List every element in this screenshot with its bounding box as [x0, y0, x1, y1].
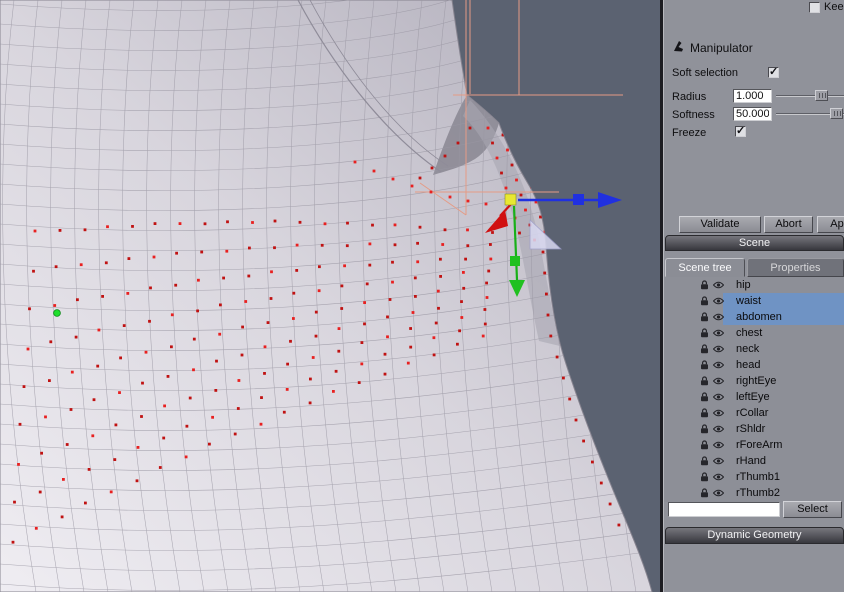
keep-checkbox[interactable] [809, 1, 820, 13]
eye-icon[interactable] [712, 425, 724, 433]
scene-tree-item[interactable]: head [664, 357, 844, 373]
scene-tree-item-label: waist [736, 295, 762, 307]
apply-button[interactable]: Ap [817, 216, 844, 233]
radius-slider[interactable] [776, 90, 844, 102]
lock-icon[interactable] [698, 296, 710, 306]
lock-icon[interactable] [698, 456, 710, 466]
eye-icon[interactable] [712, 473, 724, 481]
scene-tree-item-label: rightEye [736, 375, 777, 387]
scene-tree-item[interactable]: rightEye [664, 373, 844, 389]
softness-slider[interactable] [776, 108, 844, 120]
soft-selection-checkbox[interactable] [768, 65, 779, 78]
eye-icon[interactable] [712, 393, 724, 401]
scene-tree-item[interactable]: rThumb2 [664, 485, 844, 501]
gizmo-y-handle[interactable] [510, 256, 520, 266]
eye-icon[interactable] [712, 409, 724, 417]
lock-icon[interactable] [698, 392, 710, 402]
tab-scene-tree[interactable]: Scene tree [665, 258, 745, 277]
scene-tree-item-label: abdomen [736, 311, 782, 323]
scene-filter-input[interactable] [668, 502, 780, 517]
eye-icon[interactable] [712, 329, 724, 337]
scene-tree-item[interactable]: waist [664, 293, 844, 309]
scene-tree-item-label: rShldr [736, 423, 766, 435]
scene-tree-item[interactable]: rCollar [664, 405, 844, 421]
manipulator-icon [672, 39, 685, 56]
select-button[interactable]: Select [783, 501, 842, 518]
viewport-3d[interactable] [0, 0, 660, 592]
viewport-canvas[interactable] [0, 0, 660, 592]
scene-tree-item-label: rThumb1 [736, 471, 781, 483]
radius-slider-track[interactable] [776, 95, 844, 97]
radius-input[interactable] [733, 89, 772, 103]
scene-tree-item-label: hip [736, 279, 751, 291]
manipulator-header: Manipulator [672, 39, 753, 56]
scene-tree-item-label: neck [736, 343, 760, 355]
softness-label: Softness [672, 109, 715, 121]
scene-tree-item[interactable]: neck [664, 341, 844, 357]
right-panel: Kee Manipulator Soft selection Radius So… [663, 0, 844, 592]
eye-icon[interactable] [712, 377, 724, 385]
scene-tree-item-label: chest [736, 327, 763, 339]
freeze-checkbox[interactable] [735, 124, 746, 137]
scene-tree-item-label: rForeArm [736, 439, 783, 451]
softness-input[interactable] [733, 107, 772, 121]
abort-button[interactable]: Abort [764, 216, 813, 233]
eye-icon[interactable] [712, 345, 724, 353]
gizmo-center-handle[interactable] [504, 193, 517, 206]
lock-icon[interactable] [698, 376, 710, 386]
scene-tree-item-label: rCollar [736, 407, 769, 419]
scene-tree-item[interactable]: abdomen [664, 309, 844, 325]
scene-tree-item[interactable]: rThumb1 [664, 469, 844, 485]
dynamic-geometry-header[interactable]: Dynamic Geometry [665, 527, 844, 544]
validate-button[interactable]: Validate [679, 216, 761, 233]
eye-icon[interactable] [712, 361, 724, 369]
scene-section-header[interactable]: Scene [665, 235, 844, 251]
eye-icon[interactable] [712, 297, 724, 305]
scene-tree-item-label: rHand [736, 455, 766, 467]
scene-tree-item-label: leftEye [736, 391, 770, 403]
lock-icon[interactable] [698, 472, 710, 482]
lock-icon[interactable] [698, 488, 710, 498]
lock-icon[interactable] [698, 360, 710, 370]
reference-vertex-green[interactable] [53, 309, 61, 317]
scene-tree-item[interactable]: hip [664, 277, 844, 293]
scene-tree-item[interactable]: leftEye [664, 389, 844, 405]
freeze-label: Freeze [672, 127, 707, 139]
scene-tree-item-label: rThumb2 [736, 487, 781, 499]
softness-slider-handle[interactable] [830, 108, 843, 119]
manipulator-title: Manipulator [690, 40, 753, 55]
scene-tree-item[interactable]: rForeArm [664, 437, 844, 453]
lock-icon[interactable] [698, 408, 710, 418]
radius-slider-handle[interactable] [815, 90, 828, 101]
lock-icon[interactable] [698, 424, 710, 434]
lock-icon[interactable] [698, 312, 710, 322]
keep-option-row: Kee [809, 1, 844, 13]
lock-icon[interactable] [698, 344, 710, 354]
keep-checkbox-label: Kee [824, 1, 844, 13]
gizmo-z-handle[interactable] [573, 194, 584, 205]
scene-tree-item-label: head [736, 359, 761, 371]
lock-icon[interactable] [698, 440, 710, 450]
eye-icon[interactable] [712, 457, 724, 465]
lock-icon[interactable] [698, 328, 710, 338]
eye-icon[interactable] [712, 441, 724, 449]
application-window: Kee Manipulator Soft selection Radius So… [0, 0, 844, 592]
tab-properties[interactable]: Properties [747, 258, 844, 277]
radius-label: Radius [672, 91, 707, 103]
scene-tree-item[interactable]: rShldr [664, 421, 844, 437]
scene-tree-item[interactable]: rHand [664, 453, 844, 469]
soft-selection-label: Soft selection [672, 67, 739, 79]
eye-icon[interactable] [712, 281, 724, 289]
lock-icon[interactable] [698, 280, 710, 290]
scene-tree[interactable]: hip waist abdomen chest neck head rightEye left… [664, 277, 844, 502]
scene-tree-item[interactable]: chest [664, 325, 844, 341]
eye-icon[interactable] [712, 313, 724, 321]
eye-icon[interactable] [712, 489, 724, 497]
